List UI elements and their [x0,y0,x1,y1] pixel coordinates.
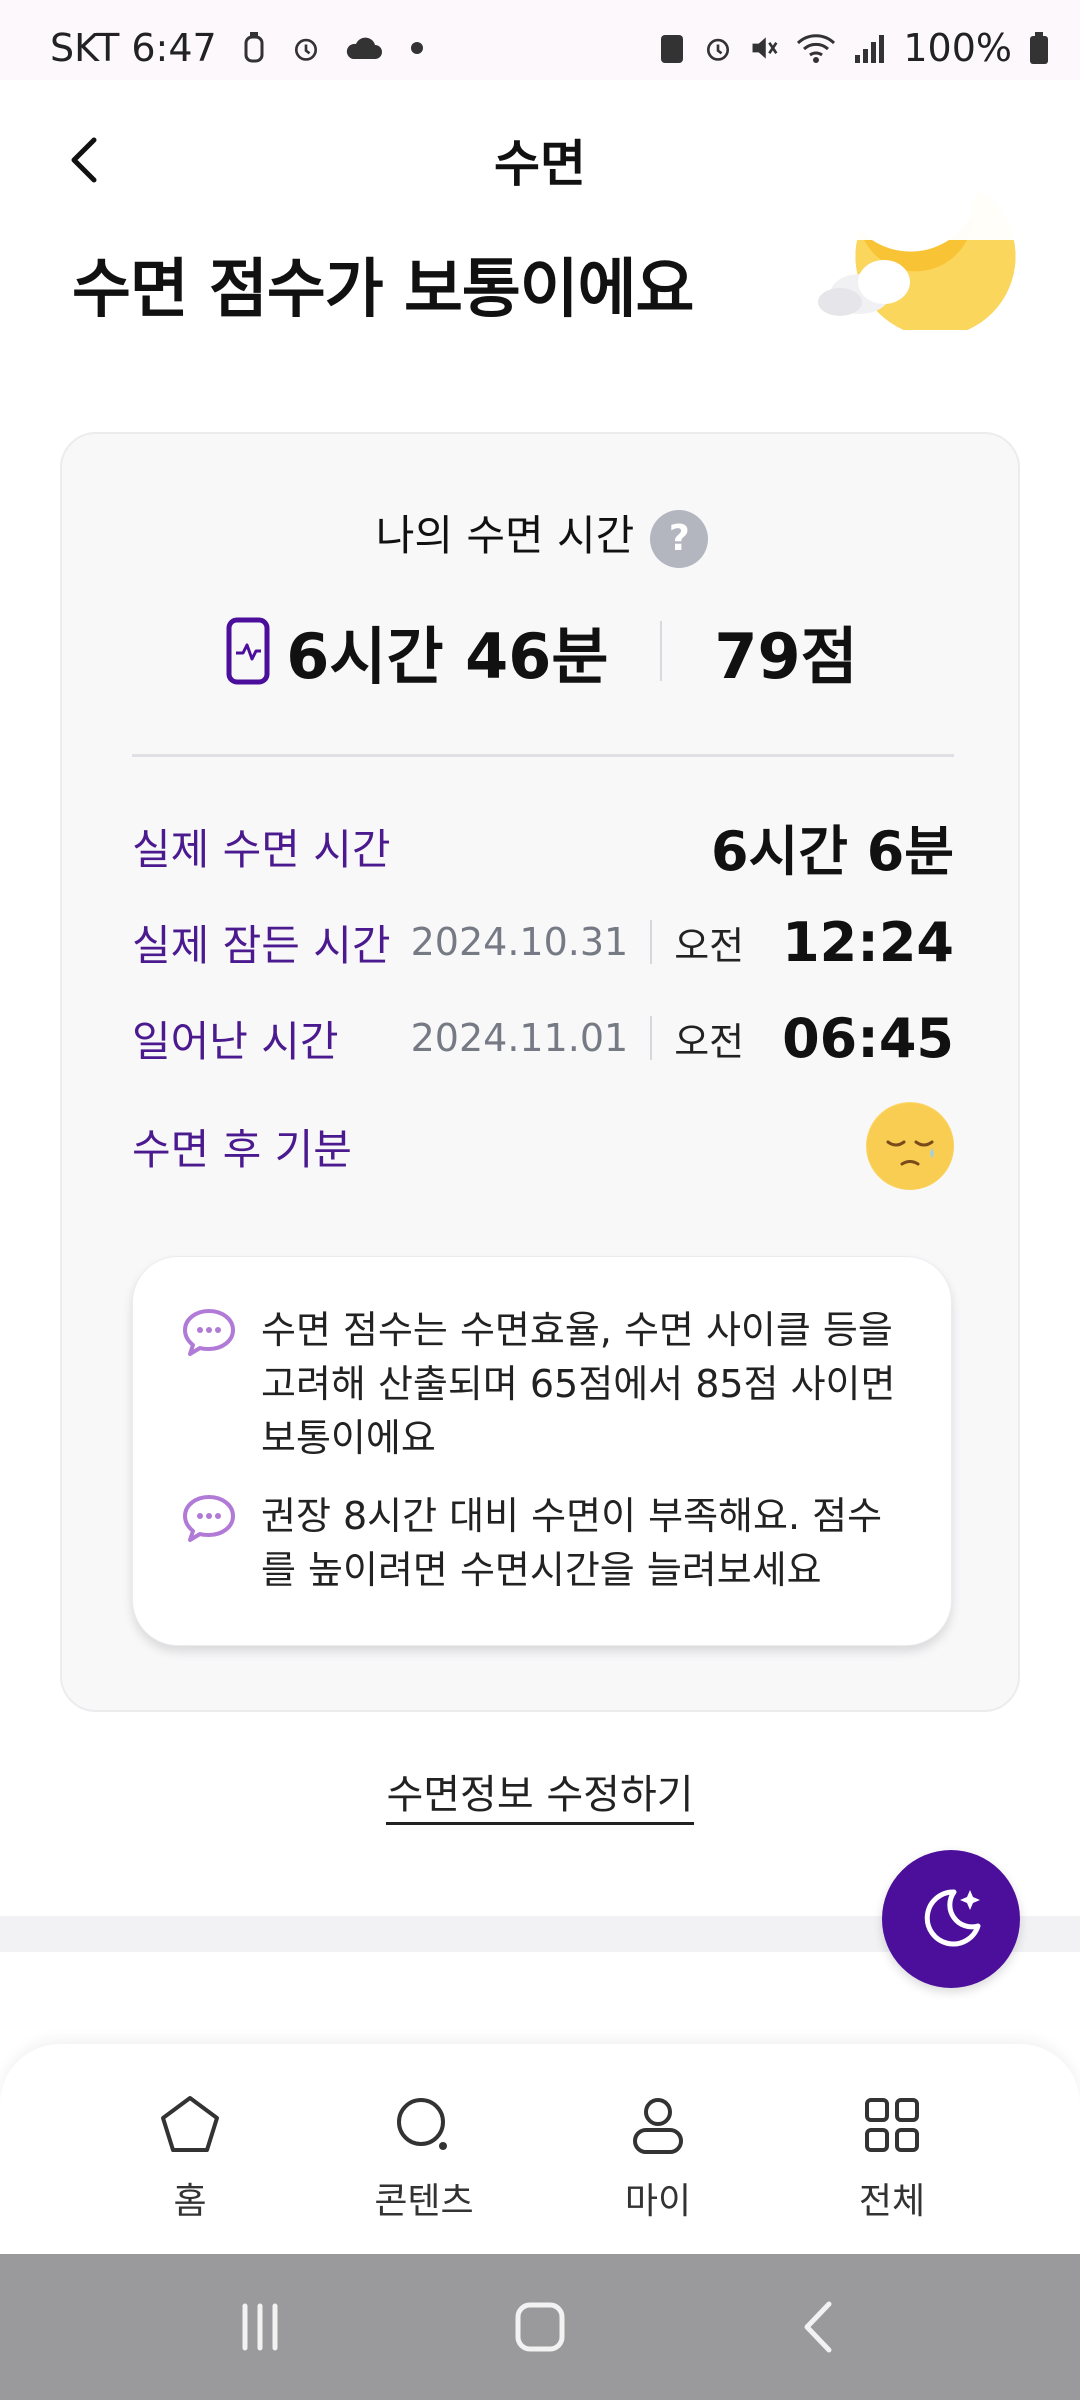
fell-asleep-row: 실제 잠든 시간 2024.10.31 오전 12:24 [132,902,954,982]
row-separator [650,1016,653,1060]
sleep-score: 79점 [714,620,858,693]
summary-separator [660,621,663,681]
nav-label: 마이 [624,2181,692,2222]
sleep-time-title-text: 나의 수면 시간 [375,511,635,560]
search-icon [397,2098,447,2150]
mute-icon [752,37,778,59]
sleep-time-title: 나의 수면 시간? [62,502,1022,568]
chat-bubble-icon [183,1495,235,1542]
wake-up-date: 2024.11.01 [410,1016,629,1060]
phone-sleep-icon [226,617,270,685]
row-label: 일어난 시간 [132,1016,339,1066]
save-icon [661,35,684,63]
top-app-bar: 수면 [0,80,1080,240]
wake-up-row: 일어난 시간 2024.11.01 오전 06:45 [132,998,954,1078]
sleep-summary-card: 나의 수면 시간? 6시간 46분 79점 실제 수면 시간 6시간 6분 실제… [60,432,1020,1712]
chat-bubble-icon [183,1309,235,1356]
sleep-mode-button[interactable] [882,1850,1020,1988]
wifi-icon [797,34,836,63]
nav-my[interactable]: 마이 [558,2092,758,2224]
sad-face-icon [866,1102,954,1190]
fell-asleep-ampm: 오전 [674,923,745,968]
sleep-tips-box: 수면 점수는 수면효율, 수면 사이클 등을 고려해 산출되며 65점에서 85… [132,1256,952,1646]
grid-icon [865,2098,919,2152]
edit-sleep-info-link-wrapper: 수면정보 수정하기 [0,1762,1080,1825]
back-button-icon[interactable] [785,2292,855,2362]
nav-label: 홈 [173,2181,207,2222]
recent-apps-icon[interactable] [225,2292,295,2362]
nav-home[interactable]: 홈 [90,2092,290,2224]
help-icon[interactable]: ? [650,509,709,568]
tip-text: 권장 8시간 대비 수면이 부족해요. 점수를 높이려면 수면시간을 늘려보세요 [261,1494,883,1592]
home-button-icon[interactable] [505,2292,575,2362]
page-title: 수면 [494,135,586,193]
actual-sleep-value: 6시간 6분 [711,819,954,883]
signal-icon [855,35,885,63]
tip-item: 수면 점수는 수면효율, 수면 사이클 등을 고려해 산출되며 65점에서 85… [181,1303,911,1465]
row-label: 수면 후 기분 [132,1124,352,1174]
alarm-icon [294,38,317,61]
nav-label: 콘텐츠 [374,2181,474,2222]
cloud-icon [346,37,382,59]
fell-asleep-time: 12:24 [782,910,954,974]
nav-label: 전체 [858,2181,926,2222]
duration-value: 6시간 46분 [286,620,609,693]
wake-up-time: 06:45 [782,1006,954,1070]
wake-up-ampm: 오전 [674,1019,745,1064]
fell-asleep-date: 2024.10.31 [410,920,629,964]
alarm-icon [707,38,730,61]
watch-icon [244,32,264,63]
row-label: 실제 잠든 시간 [132,920,391,970]
moon-star-icon [924,1889,981,1947]
row-label: 실제 수면 시간 [132,824,391,874]
system-navigation-bar [0,2254,1080,2400]
card-divider [132,754,954,757]
status-carrier-time: SKT 6:47 [50,26,217,70]
person-icon [633,2098,683,2154]
dot-icon [410,42,423,54]
tip-text: 수면 점수는 수면효율, 수면 사이클 등을 고려해 산출되며 65점에서 85… [261,1308,896,1460]
edit-sleep-info-link[interactable]: 수면정보 수정하기 [386,1772,694,1825]
back-arrow-icon[interactable] [58,132,114,188]
tip-item: 권장 8시간 대비 수면이 부족해요. 점수를 높이려면 수면시간을 늘려보세요 [181,1489,911,1597]
total-sleep-duration: 6시간 46분 [226,606,608,696]
battery-icon [1030,32,1048,64]
nav-contents[interactable]: 콘텐츠 [324,2092,524,2224]
battery-percent: 100% [903,26,1012,70]
actual-sleep-row: 실제 수면 시간 6시간 6분 [132,806,954,886]
sleep-score-headline: 수면 점수가 보통이에요 [72,253,694,327]
bottom-navigation: 홈 콘텐츠 마이 전체 [0,2044,1080,2254]
row-separator [650,920,653,964]
home-icon [161,2096,219,2152]
sleep-summary: 6시간 46분 79점 [62,606,1022,696]
nav-all[interactable]: 전체 [792,2092,992,2224]
mood-row: 수면 후 기분 [132,1102,954,1190]
